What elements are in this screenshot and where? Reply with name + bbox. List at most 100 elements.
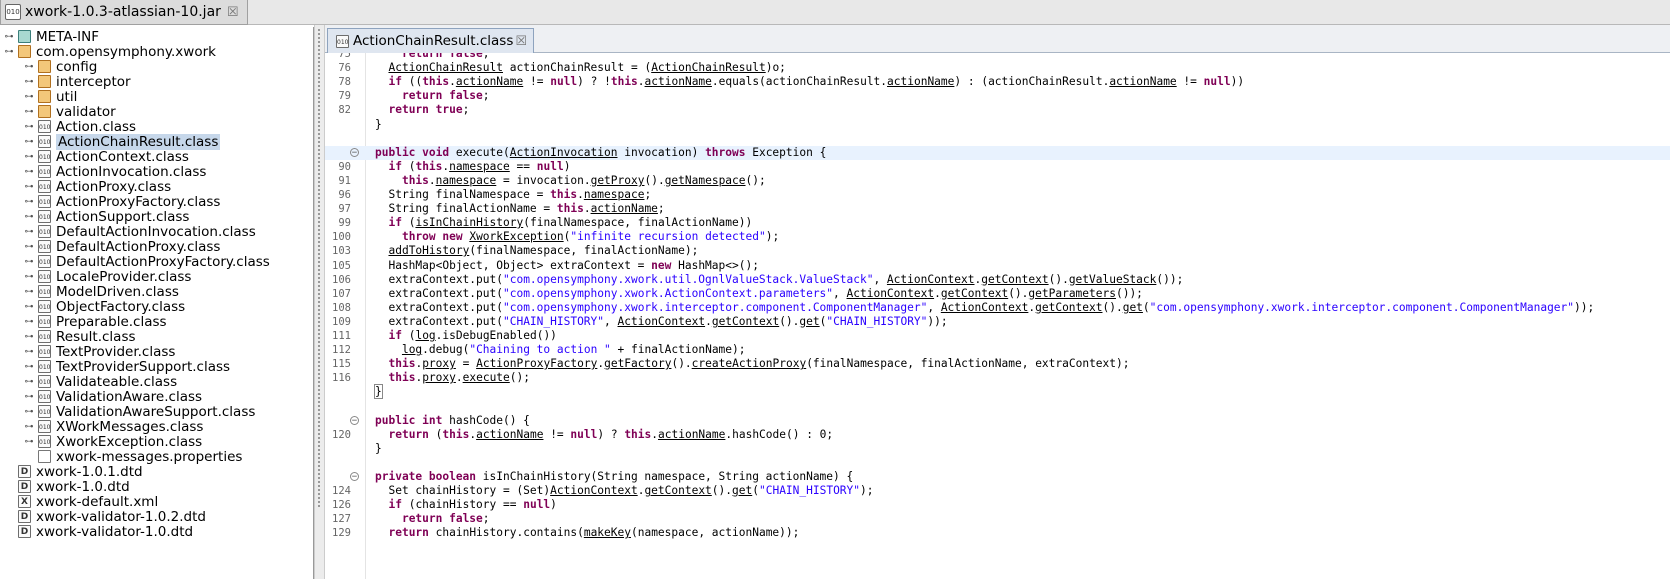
class-icon: 010 — [38, 405, 51, 418]
tree-item[interactable]: Dxwork-1.0.dtd — [4, 479, 130, 495]
tree-item[interactable]: ⊶ 010 TextProvider.class — [24, 343, 176, 360]
code-text: private boolean isInChainHistory(String … — [375, 470, 854, 483]
expand-toggle-icon[interactable]: ⊶ — [24, 137, 34, 147]
expand-toggle-icon[interactable]: ⊶ — [24, 437, 34, 447]
code-line: 129 return chainHistory.contains(makeKey… — [325, 526, 1670, 540]
expand-toggle-icon[interactable]: ⊶ — [24, 227, 34, 237]
tree-item[interactable]: ⊶ config — [24, 59, 98, 75]
tree-item-label: DefaultActionProxy.class — [56, 238, 221, 255]
tree-item[interactable]: ⊶ 010 XworkException.class — [24, 434, 203, 450]
close-icon[interactable]: ☒ — [227, 5, 239, 20]
tree-item[interactable]: ⊶ 010 DefaultActionProxy.class — [24, 238, 221, 255]
editor-tab[interactable]: 010 ActionChainResult.class ☒ — [327, 28, 535, 53]
tree-item[interactable]: ⊶ 010 Result.class — [24, 329, 136, 345]
tree-item-label: validator — [56, 103, 116, 120]
expand-toggle-icon[interactable]: ⊶ — [4, 47, 14, 57]
expand-toggle-icon[interactable]: ⊶ — [24, 332, 34, 342]
expand-toggle-icon[interactable]: ⊶ — [24, 92, 34, 102]
tree-item[interactable]: Dxwork-validator-1.0.dtd — [4, 524, 193, 540]
expand-toggle-icon[interactable]: ⊶ — [24, 272, 34, 282]
expand-toggle-icon[interactable]: ⊶ — [24, 182, 34, 192]
tree-item[interactable]: Dxwork-1.0.1.dtd — [4, 464, 143, 480]
splitter-grip-dot — [318, 225, 320, 227]
expand-toggle-icon[interactable]: ⊶ — [24, 257, 34, 267]
tree-item[interactable]: ⊶ 010 ActionContext.class — [24, 148, 189, 165]
expand-toggle-icon[interactable]: ⊶ — [24, 422, 34, 432]
tree-item[interactable]: ⊶ 010 ObjectFactory.class — [24, 299, 186, 315]
fold-toggle-icon[interactable]: − — [350, 472, 359, 482]
tree-item[interactable]: ⊶ 010 DefaultActionInvocation.class — [24, 224, 256, 240]
file-tab[interactable]: 010 xwork-1.0.3-atlassian-10.jar ☒ — [0, 0, 248, 25]
tree-item[interactable]: ⊶ 010 XWorkMessages.class — [24, 419, 204, 435]
class-icon: 010 — [38, 435, 51, 448]
tree-item[interactable]: ⊶ 010 ActionChainResult.class — [24, 133, 221, 150]
tree-item[interactable]: ⊶ validator — [24, 103, 116, 120]
tree-item[interactable]: ⊶ 010 ValidationAwareSupport.class — [24, 403, 256, 420]
tree-item-label: TextProvider.class — [56, 343, 176, 360]
expand-toggle-icon[interactable]: ⊶ — [24, 212, 34, 222]
code-line: } — [325, 118, 1670, 132]
tree-item[interactable]: Dxwork-validator-1.0.2.dtd — [4, 509, 206, 525]
tree-item[interactable]: ⊶ META-INF — [4, 29, 100, 45]
expand-toggle-icon[interactable]: ⊶ — [24, 167, 34, 177]
tree-item[interactable]: ⊶ 010 ActionProxy.class — [24, 179, 172, 195]
fold-toggle-icon[interactable]: − — [350, 415, 359, 425]
tree-item-label: ValidationAwareSupport.class — [56, 403, 256, 420]
expand-toggle-icon[interactable]: ⊶ — [24, 287, 34, 297]
expand-toggle-icon[interactable]: ⊶ — [24, 122, 34, 132]
expand-toggle-icon[interactable]: ⊶ — [24, 347, 34, 357]
expand-toggle-icon[interactable]: ⊶ — [24, 77, 34, 87]
splitter-grip-dot — [318, 185, 320, 187]
tree-item[interactable]: ⊶ interceptor — [24, 74, 131, 90]
code-text: String finalNamespace = this.namespace; — [375, 188, 652, 201]
tree-item[interactable]: ⊶ 010 TextProviderSupport.class — [24, 359, 231, 375]
splitter-grip-dot — [318, 117, 320, 119]
fold-toggle-icon[interactable]: − — [350, 147, 359, 157]
code-text: this.namespace = invocation.getProxy().g… — [401, 173, 766, 187]
tree-item[interactable]: ⊶ 010 Validateable.class — [24, 374, 178, 390]
tree-item[interactable]: ⊶ 010 DefaultActionProxyFactory.class — [24, 254, 270, 270]
expand-toggle-icon[interactable]: ⊶ — [24, 407, 34, 417]
splitter-grip-dot — [318, 57, 320, 59]
tree-item[interactable]: ⊶ 010 Action.class — [24, 119, 137, 135]
code-text: String finalActionName = this.actionName… — [375, 202, 665, 216]
expand-toggle-icon[interactable]: ⊶ — [24, 392, 34, 402]
tree-item[interactable]: Xxwork-default.xml — [4, 494, 158, 510]
line-number: 106 — [332, 273, 351, 286]
expand-toggle-icon[interactable]: ⊶ — [24, 62, 34, 72]
splitter-grip-dot — [318, 369, 320, 371]
tree-item[interactable]: ⊶ 010 ActionInvocation.class — [24, 164, 207, 180]
code-text: extraContext.put("com.opensymphony.xwork… — [375, 300, 1595, 314]
tree-item-label: com.opensymphony.xwork — [36, 43, 216, 60]
splitter-grip-dot — [318, 53, 320, 55]
tree-item[interactable]: ⊶ com.opensymphony.xwork — [4, 43, 216, 60]
splitter-grip-dot — [318, 433, 320, 435]
package-tree: ⊶ META-INF ⊶ com.opensymphony.xwork ⊶ config ⊶… — [0, 27, 314, 579]
expand-toggle-icon[interactable]: ⊶ — [24, 317, 34, 327]
tree-item-label: ActionContext.class — [56, 148, 189, 165]
code-text: log.debug("Chaining to action " + finalA… — [401, 343, 746, 357]
expand-toggle-icon[interactable]: ⊶ — [24, 302, 34, 312]
expand-toggle-icon[interactable]: ⊶ — [24, 197, 34, 207]
tree-item[interactable]: ⊶ util — [24, 89, 78, 105]
expand-toggle-icon[interactable]: ⊶ — [24, 152, 34, 162]
tree-item[interactable]: ⊶ 010 ActionSupport.class — [24, 209, 190, 225]
close-icon[interactable]: ☒ — [515, 34, 527, 49]
expand-toggle-icon[interactable]: ⊶ — [4, 32, 14, 42]
class-icon: 010 — [38, 225, 51, 238]
code-text: return false; — [401, 89, 490, 103]
tree-item[interactable]: ⊶ 010 ValidationAware.class — [24, 389, 203, 405]
expand-toggle-icon[interactable]: ⊶ — [24, 362, 34, 372]
expand-toggle-icon[interactable]: ⊶ — [24, 377, 34, 387]
expand-toggle-icon[interactable]: ⊶ — [24, 242, 34, 252]
expand-toggle-icon[interactable]: ⊶ — [24, 107, 34, 117]
code-text: } — [375, 441, 382, 455]
pane-splitter[interactable] — [314, 25, 325, 579]
tree-item[interactable]: ⊶ 010 ActionProxyFactory.class — [24, 194, 221, 210]
tree-item[interactable]: xwork-messages.properties — [24, 449, 242, 465]
line-number: 111 — [332, 330, 351, 342]
tree-item[interactable]: ⊶ 010 ModelDriven.class — [24, 284, 179, 300]
code-area[interactable]: 75 return false; 76 ActionChainResult act… — [325, 53, 1670, 579]
tree-item[interactable]: ⊶ 010 Preparable.class — [24, 314, 167, 330]
tree-item[interactable]: ⊶ 010 LocaleProvider.class — [24, 269, 192, 285]
